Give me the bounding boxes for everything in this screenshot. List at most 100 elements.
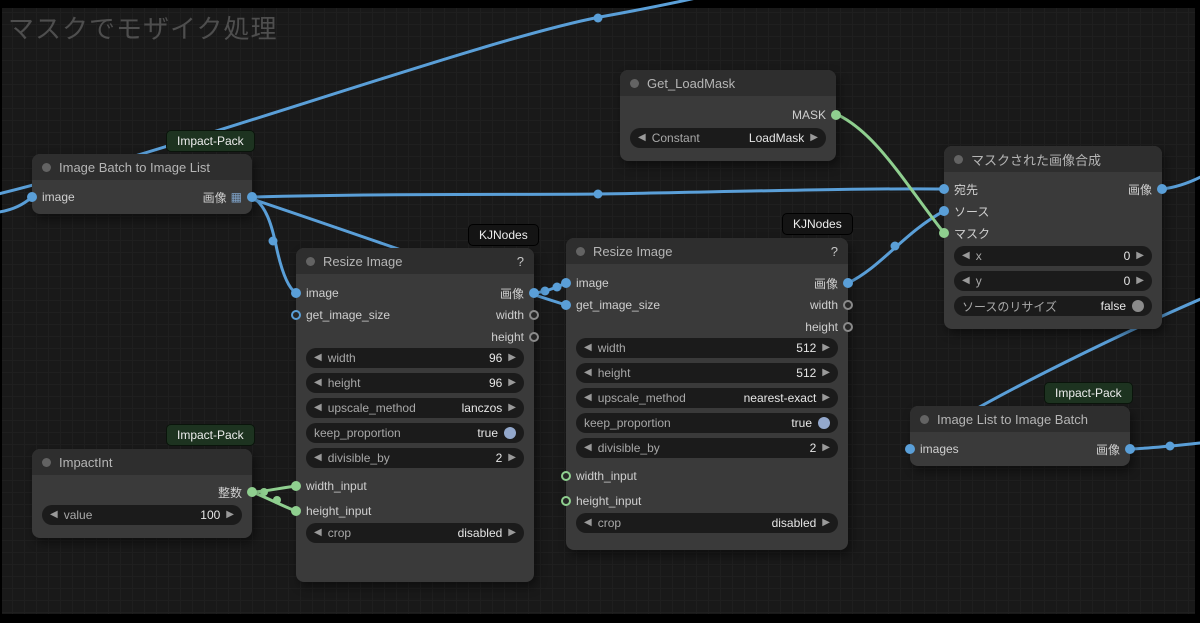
widget-resize-source[interactable]: ソースのリサイズ false bbox=[954, 296, 1152, 316]
arrow-right-icon[interactable]: ▶ bbox=[508, 528, 516, 538]
arrow-left-icon[interactable]: ◀ bbox=[962, 276, 970, 286]
toggle-dot[interactable] bbox=[1132, 300, 1144, 312]
arrow-right-icon[interactable]: ▶ bbox=[822, 368, 830, 378]
widget-height[interactable]: ◀ height 512 ▶ bbox=[576, 363, 838, 383]
widget-value[interactable]: ◀ value 100 ▶ bbox=[42, 505, 242, 525]
arrow-left-icon[interactable]: ◀ bbox=[584, 518, 592, 528]
arrow-right-icon[interactable]: ▶ bbox=[1136, 251, 1144, 261]
arrow-right-icon[interactable]: ▶ bbox=[508, 453, 516, 463]
arrow-left-icon[interactable]: ◀ bbox=[314, 353, 322, 363]
output-pin-int[interactable] bbox=[247, 487, 257, 497]
arrow-left-icon[interactable]: ◀ bbox=[638, 133, 646, 143]
input-pin-height-input[interactable] bbox=[291, 505, 301, 516]
help-icon[interactable]: ? bbox=[517, 254, 524, 269]
toggle-dot[interactable] bbox=[818, 417, 830, 429]
reroute-dot[interactable] bbox=[593, 13, 603, 23]
node-header[interactable]: マスクされた画像合成 bbox=[944, 146, 1162, 172]
reroute-dot[interactable] bbox=[540, 286, 550, 296]
collapse-dot-icon[interactable] bbox=[42, 457, 51, 467]
collapse-dot-icon[interactable] bbox=[920, 414, 929, 424]
arrow-left-icon[interactable]: ◀ bbox=[314, 403, 322, 413]
widget-constant[interactable]: ◀ Constant LoadMask ▶ bbox=[630, 128, 826, 148]
arrow-right-icon[interactable]: ▶ bbox=[508, 378, 516, 388]
arrow-right-icon[interactable]: ▶ bbox=[508, 353, 516, 363]
widget-y[interactable]: ◀ y 0 ▶ bbox=[954, 271, 1152, 291]
arrow-right-icon[interactable]: ▶ bbox=[1136, 276, 1144, 286]
node-image-list-to-image-batch[interactable]: Image List to Image Batch images 画像 bbox=[905, 406, 1135, 466]
arrow-right-icon[interactable]: ▶ bbox=[822, 393, 830, 403]
arrow-right-icon[interactable]: ▶ bbox=[822, 518, 830, 528]
collapse-dot-icon[interactable] bbox=[306, 256, 315, 266]
node-header[interactable]: Image List to Image Batch bbox=[910, 406, 1130, 432]
arrow-right-icon[interactable]: ▶ bbox=[508, 403, 516, 413]
arrow-left-icon[interactable]: ◀ bbox=[584, 443, 592, 453]
arrow-left-icon[interactable]: ◀ bbox=[584, 393, 592, 403]
node-resize-image-large[interactable]: Resize Image ? image 画像 get_image_size w… bbox=[561, 238, 853, 550]
output-pin-image[interactable] bbox=[1125, 444, 1135, 454]
widget-height[interactable]: ◀ height 96 ▶ bbox=[306, 373, 524, 393]
output-pin-image[interactable] bbox=[1157, 184, 1167, 194]
help-icon[interactable]: ? bbox=[831, 244, 838, 259]
widget-divisible-by[interactable]: ◀ divisible_by 2 ▶ bbox=[576, 438, 838, 458]
widget-width[interactable]: ◀ width 512 ▶ bbox=[576, 338, 838, 358]
node-graph-canvas[interactable]: マスクでモザイク処理 Impact-Pack KJNodes KJNodes I… bbox=[0, 0, 1200, 623]
arrow-left-icon[interactable]: ◀ bbox=[314, 378, 322, 388]
arrow-right-icon[interactable]: ▶ bbox=[822, 343, 830, 353]
output-pin-height[interactable] bbox=[529, 332, 539, 342]
node-header[interactable]: Get_LoadMask bbox=[620, 70, 836, 96]
input-pin-get-image-size[interactable] bbox=[291, 310, 301, 320]
input-pin-image[interactable] bbox=[561, 278, 571, 288]
input-pin-width-input[interactable] bbox=[561, 470, 571, 481]
widget-upscale-method[interactable]: ◀ upscale_method nearest-exact ▶ bbox=[576, 388, 838, 408]
arrow-left-icon[interactable]: ◀ bbox=[314, 528, 322, 538]
input-pin-image[interactable] bbox=[27, 192, 37, 202]
widget-x[interactable]: ◀ x 0 ▶ bbox=[954, 246, 1152, 266]
input-pin-width-input[interactable] bbox=[291, 480, 301, 491]
node-image-composite-masked[interactable]: マスクされた画像合成 宛先 画像 ソース マスク ◀ x 0 ▶ ◀ y 0 ▶… bbox=[939, 146, 1167, 329]
node-header[interactable]: Resize Image ? bbox=[296, 248, 534, 274]
widget-keep-proportion[interactable]: keep_proportion true bbox=[306, 423, 524, 443]
input-pin-height-input[interactable] bbox=[561, 495, 571, 506]
output-pin-mask[interactable] bbox=[831, 110, 841, 120]
input-pin-get-image-size[interactable] bbox=[561, 300, 571, 310]
arrow-left-icon[interactable]: ◀ bbox=[584, 343, 592, 353]
reroute-dot[interactable] bbox=[593, 189, 603, 199]
output-pin-image[interactable] bbox=[843, 278, 853, 288]
output-pin-width[interactable] bbox=[529, 310, 539, 320]
input-pin-destination[interactable] bbox=[939, 184, 949, 194]
node-resize-image-small[interactable]: Resize Image ? image 画像 get_image_size w… bbox=[291, 248, 539, 582]
output-pin-image[interactable] bbox=[247, 192, 257, 202]
toggle-dot[interactable] bbox=[504, 427, 516, 439]
output-pin-height[interactable] bbox=[843, 322, 853, 332]
reroute-dot[interactable] bbox=[260, 488, 268, 496]
reroute-dot[interactable] bbox=[1165, 441, 1175, 451]
arrow-left-icon[interactable]: ◀ bbox=[962, 251, 970, 261]
arrow-left-icon[interactable]: ◀ bbox=[50, 510, 58, 520]
node-header[interactable]: Resize Image ? bbox=[566, 238, 848, 264]
collapse-dot-icon[interactable] bbox=[954, 154, 963, 164]
widget-keep-proportion[interactable]: keep_proportion true bbox=[576, 413, 838, 433]
widget-width[interactable]: ◀ width 96 ▶ bbox=[306, 348, 524, 368]
arrow-right-icon[interactable]: ▶ bbox=[810, 133, 818, 143]
output-pin-width[interactable] bbox=[843, 300, 853, 310]
node-get-loadmask[interactable]: Get_LoadMask MASK ◀ Constant LoadMask ▶ bbox=[620, 70, 841, 161]
input-pin-images[interactable] bbox=[905, 444, 915, 454]
reroute-dot[interactable] bbox=[890, 241, 900, 251]
widget-upscale-method[interactable]: ◀ upscale_method lanczos ▶ bbox=[306, 398, 524, 418]
node-image-batch-to-image-list[interactable]: Image Batch to Image List image 画像 ▦ bbox=[27, 154, 257, 214]
output-pin-image[interactable] bbox=[529, 288, 539, 298]
arrow-right-icon[interactable]: ▶ bbox=[226, 510, 234, 520]
arrow-left-icon[interactable]: ◀ bbox=[584, 368, 592, 378]
widget-crop[interactable]: ◀ crop disabled ▶ bbox=[576, 513, 838, 533]
collapse-dot-icon[interactable] bbox=[630, 78, 639, 88]
reroute-dot[interactable] bbox=[273, 496, 281, 504]
arrow-right-icon[interactable]: ▶ bbox=[822, 443, 830, 453]
collapse-dot-icon[interactable] bbox=[576, 246, 585, 256]
input-pin-source[interactable] bbox=[939, 206, 949, 216]
collapse-dot-icon[interactable] bbox=[42, 162, 51, 172]
input-pin-mask[interactable] bbox=[939, 228, 949, 238]
reroute-dot[interactable] bbox=[268, 236, 278, 246]
widget-divisible-by[interactable]: ◀ divisible_by 2 ▶ bbox=[306, 448, 524, 468]
widget-crop[interactable]: ◀ crop disabled ▶ bbox=[306, 523, 524, 543]
node-header[interactable]: ImpactInt bbox=[32, 449, 252, 475]
